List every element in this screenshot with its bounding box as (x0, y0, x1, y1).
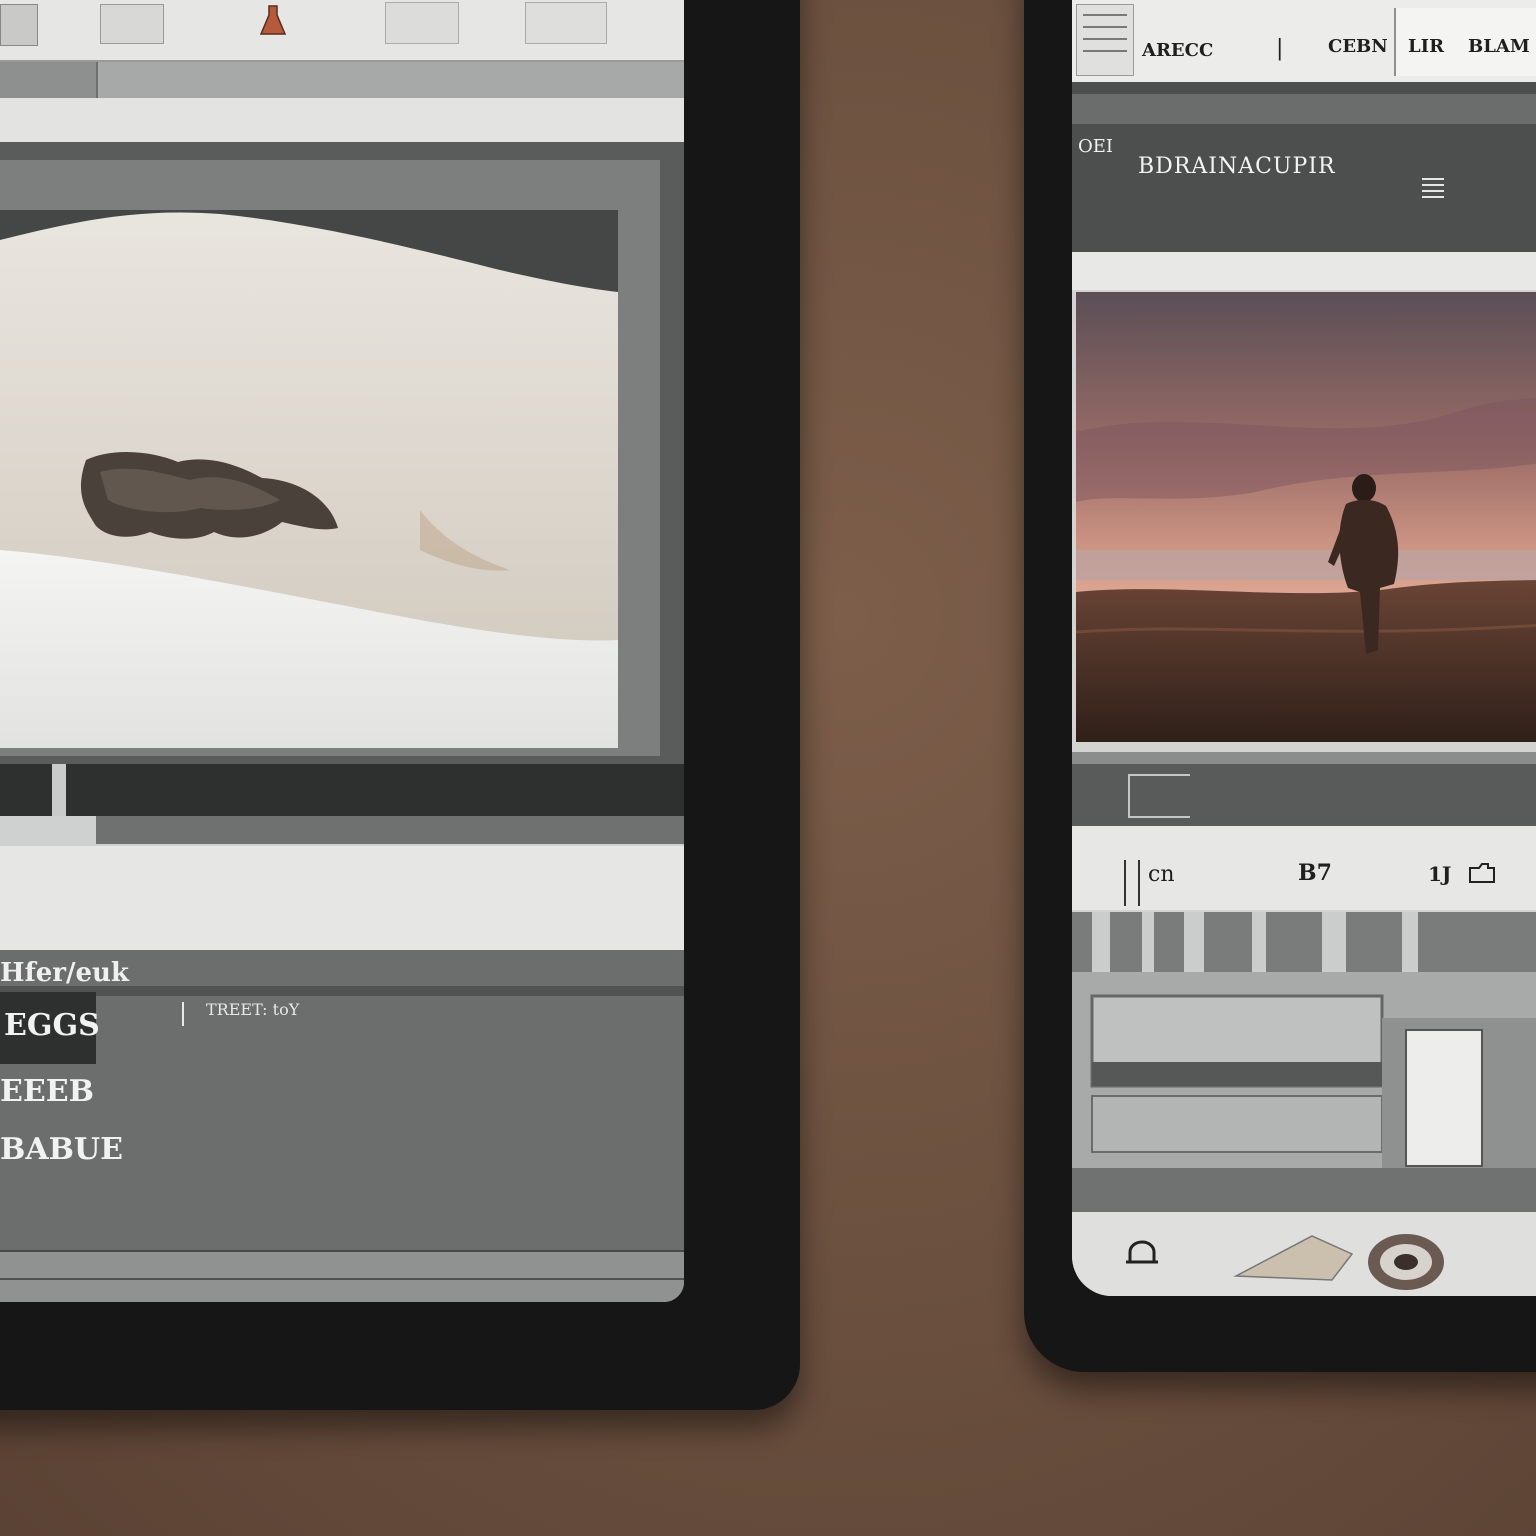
blank-panel (0, 846, 684, 950)
timeline[interactable] (0, 764, 684, 816)
snow-photo[interactable] (0, 210, 618, 748)
panel-subheader: TREET: toY (206, 1000, 300, 1019)
section-prefix: OEI (1078, 136, 1114, 157)
room-photo[interactable] (1072, 912, 1536, 1212)
thumbnail-icon[interactable] (385, 2, 459, 44)
toolbar: cn B7 1J (1072, 826, 1536, 910)
cursor-icon (182, 1002, 194, 1026)
panel-line-1: EEEB (0, 1074, 94, 1109)
thumbnail-icon[interactable] (100, 4, 164, 44)
top-tab-bar: ARECC | CEBN LIR BLAM (1072, 0, 1536, 82)
info-panel: Hfer/euk TREET: toY EGGS EEEB BABUE (0, 950, 684, 1250)
status-bar (0, 1250, 684, 1302)
bottom-dock (1072, 1212, 1536, 1296)
timeline-playhead[interactable] (52, 764, 66, 816)
flask-icon[interactable] (258, 4, 288, 38)
thumbnail-icon[interactable] (525, 2, 607, 44)
panel-badge-box[interactable]: EGGS (0, 992, 100, 1064)
toolbar-item-1[interactable]: cn (1148, 862, 1175, 887)
media-controls (1072, 752, 1536, 826)
right-tablet: ARECC | CEBN LIR BLAM OEI BDRAINACUPIR c… (1024, 0, 1536, 1372)
top-tab-2[interactable]: CEBN (1328, 36, 1388, 57)
address-bar[interactable] (0, 98, 684, 142)
folder-icon[interactable] (1468, 862, 1496, 884)
top-tab-active[interactable]: LIR BLAM (1394, 8, 1536, 76)
top-tab-1[interactable]: ARECC (1142, 40, 1213, 61)
tab-active[interactable] (96, 62, 684, 98)
camera-lens-icon[interactable] (1362, 1230, 1448, 1292)
pen-nib-icon[interactable] (1232, 1228, 1362, 1284)
toolbar-item-2[interactable]: B7 (1298, 860, 1332, 886)
top-toolbar (0, 0, 684, 62)
section-header: OEI BDRAINACUPIR (1072, 82, 1536, 252)
pause-icon[interactable] (1124, 860, 1140, 906)
toolbar-item-3[interactable]: 1J (1428, 862, 1451, 886)
document-icon[interactable] (1076, 4, 1134, 76)
tab-divider: | (1276, 36, 1284, 61)
top-tab-3: LIR (1408, 36, 1445, 57)
spacer-bar (1072, 252, 1536, 290)
right-tablet-screen: ARECC | CEBN LIR BLAM OEI BDRAINACUPIR c… (1072, 0, 1536, 1296)
sunset-photo[interactable] (1076, 292, 1536, 742)
panel-badge: EGGS (4, 1008, 100, 1043)
panel-line-2: BABUE (0, 1132, 124, 1167)
section-title: BDRAINACUPIR (1138, 154, 1336, 179)
lock-icon[interactable] (1122, 1238, 1162, 1268)
progress-fill (0, 816, 96, 844)
left-tablet: Hfer/euk TREET: toY EGGS EEEB BABUE (0, 0, 800, 1410)
menu-icon[interactable] (1420, 176, 1446, 198)
progress-track[interactable] (0, 816, 684, 844)
tab-strip (0, 62, 684, 98)
frame-icon[interactable] (1128, 774, 1190, 818)
top-tab-4: BLAM (1468, 36, 1530, 57)
thumbnail-icon[interactable] (0, 4, 38, 46)
left-tablet-screen: Hfer/euk TREET: toY EGGS EEEB BABUE (0, 0, 684, 1302)
image-viewer (0, 142, 684, 764)
